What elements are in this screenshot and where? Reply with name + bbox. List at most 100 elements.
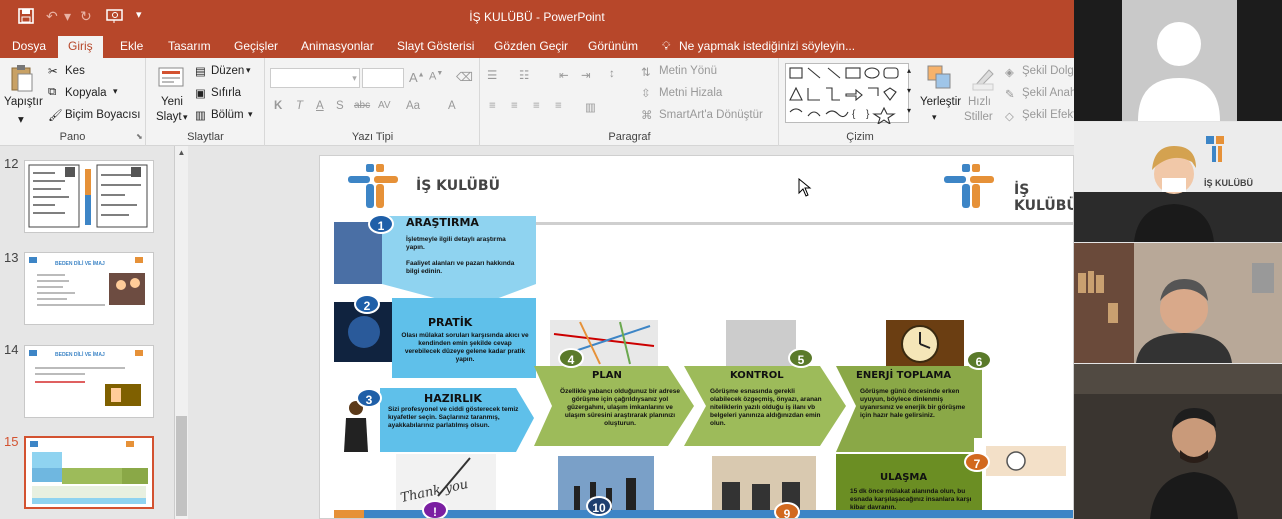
step-number-circle: 4: [558, 348, 584, 368]
arrange-button[interactable]: Yerleştir: [920, 96, 961, 108]
step-title: HAZIRLIK: [424, 392, 482, 405]
section-dropdown-icon[interactable]: ▾: [248, 109, 253, 120]
quick-styles-label-2[interactable]: Stiller: [964, 111, 993, 123]
numbering-icon[interactable]: ☷: [519, 68, 529, 82]
gallery-more-icon[interactable]: ▾: [907, 106, 911, 115]
arrange-icon[interactable]: [926, 64, 954, 92]
tab-gorunum[interactable]: Görünüm: [588, 39, 638, 53]
section-button[interactable]: Bölüm: [211, 109, 244, 121]
shape-effects-icon: ◇: [1005, 111, 1014, 123]
justify-icon[interactable]: ≡: [555, 100, 562, 112]
video-panel-2[interactable]: İŞ KULÜBÜ: [1074, 122, 1282, 242]
format-painter-button[interactable]: Biçim Boyacısı: [65, 109, 140, 121]
arrange-dropdown-icon[interactable]: ▾: [932, 112, 937, 123]
step-number-circle: 7: [964, 452, 990, 472]
group-label: Yazı Tipi: [351, 131, 394, 143]
align-center-icon[interactable]: ≡: [511, 100, 518, 112]
tab-gozden-gecir[interactable]: Gözden Geçir: [494, 39, 568, 53]
svg-text:}: }: [866, 109, 870, 120]
clear-format-icon[interactable]: ⌫: [456, 70, 473, 84]
thumbnail-number: 15: [4, 434, 19, 449]
step-title: ULAŞMA: [880, 472, 928, 483]
video-panel-4[interactable]: [1074, 364, 1282, 519]
step-body: Görüşme günü öncesinde erken uyuyun, böy…: [860, 388, 966, 419]
text-direction-button[interactable]: Metin Yönü: [659, 65, 717, 77]
new-slide-icon[interactable]: [157, 64, 185, 92]
video-panel-3[interactable]: [1074, 243, 1282, 363]
layout-icon: ▤: [195, 66, 206, 78]
slide-thumbnail-15[interactable]: [24, 436, 154, 509]
new-slide-label-1[interactable]: Yeni: [161, 96, 183, 108]
underline-button[interactable]: A: [316, 100, 324, 112]
smartart-button[interactable]: SmartArt'a Dönüştür: [659, 109, 763, 121]
slide-thumbnail-13[interactable]: BEDEN DİLİ VE İMAJ: [24, 252, 154, 325]
change-case-button[interactable]: Aa: [406, 100, 420, 112]
tab-gecisler[interactable]: Geçişler: [234, 39, 278, 53]
tab-slayt-gosterisi[interactable]: Slayt Gösterisi: [397, 39, 474, 53]
shapes-gallery[interactable]: {}: [785, 63, 909, 126]
new-slide-label-2[interactable]: Slayt: [156, 111, 182, 123]
paste-dropdown-icon: ▾: [18, 114, 24, 126]
shrink-font-icon[interactable]: A▼: [429, 70, 443, 83]
shadow-button[interactable]: S: [336, 100, 344, 112]
increase-indent-icon[interactable]: ⇥: [581, 68, 591, 82]
tab-giris[interactable]: Giriş: [58, 36, 103, 58]
smartart-icon: ⌘: [641, 110, 653, 122]
thumbnail-scrollbar[interactable]: ▲: [174, 146, 188, 519]
tab-animasyonlar[interactable]: Animasyonlar: [301, 39, 374, 53]
italic-button[interactable]: T: [296, 100, 303, 112]
tell-me-search[interactable]: Ne yapmak istediğinizi söyleyin...: [679, 39, 855, 53]
paste-icon[interactable]: [8, 64, 36, 92]
video-panel-1[interactable]: [1074, 0, 1282, 121]
scroll-up-icon[interactable]: ▲: [176, 148, 187, 158]
step-body: 15 dk önce mülakat alanında olun, bu esn…: [850, 488, 972, 511]
align-text-icon: ⇳: [641, 88, 651, 100]
bullets-icon[interactable]: ☰: [487, 68, 497, 82]
scrollbar-thumb[interactable]: [176, 416, 187, 516]
grow-font-icon[interactable]: A▲: [409, 70, 425, 85]
slide-thumbnail-12[interactable]: [24, 160, 154, 233]
group-label: Paragraf: [608, 131, 651, 143]
tab-ekle[interactable]: Ekle: [120, 39, 143, 53]
align-right-icon[interactable]: ≡: [533, 100, 540, 112]
tab-dosya[interactable]: Dosya: [12, 39, 46, 53]
layout-button[interactable]: Düzen: [211, 65, 244, 77]
columns-icon[interactable]: ▥: [585, 100, 596, 114]
font-name-dropdown-icon[interactable]: ▾: [349, 68, 360, 88]
quick-styles-icon[interactable]: [969, 64, 997, 92]
dialog-launcher-icon[interactable]: ⬊: [136, 132, 143, 141]
participant-caption: İŞ KULÜBÜ: [1204, 178, 1253, 188]
paste-button[interactable]: Yapıştır: [4, 96, 43, 108]
char-spacing-button[interactable]: AV: [378, 100, 391, 111]
step-number-circle: 10: [586, 496, 612, 516]
align-left-icon[interactable]: ≡: [489, 100, 496, 112]
quick-styles-label-1[interactable]: Hızlı: [968, 96, 991, 108]
gallery-down-icon[interactable]: ▾: [907, 86, 911, 95]
layout-dropdown-icon[interactable]: ▾: [246, 65, 251, 76]
new-slide-dropdown-icon[interactable]: ▾: [183, 112, 188, 123]
font-size-input[interactable]: [362, 68, 404, 88]
strikethrough-button[interactable]: abc: [354, 100, 370, 111]
cut-button[interactable]: Kes: [65, 65, 85, 77]
step-body: Sizi profesyonel ve ciddi gösterecek tem…: [388, 406, 519, 429]
font-color-button[interactable]: A: [448, 100, 456, 112]
gallery-up-icon[interactable]: ▴: [907, 66, 911, 75]
step-number-circle: 9: [774, 502, 800, 518]
copy-button[interactable]: Kopyala: [65, 87, 107, 99]
tab-tasarim[interactable]: Tasarım: [168, 39, 211, 53]
group-label: Pano: [59, 131, 86, 143]
step-body: İşletmeyle ilgili detaylı araştırma yapı…: [406, 236, 515, 275]
slide-thumbnail-14[interactable]: BEDEN DİLİ VE İMAJ: [24, 345, 154, 418]
svg-text:{: {: [852, 109, 856, 120]
line-spacing-icon[interactable]: ↕: [609, 68, 615, 80]
copy-dropdown-icon[interactable]: ▾: [113, 86, 118, 97]
align-text-button[interactable]: Metni Hizala: [659, 87, 722, 99]
bold-button[interactable]: K: [274, 100, 282, 112]
reset-button[interactable]: Sıfırla: [211, 87, 241, 99]
shape-outline-button[interactable]: Şekil Anah: [1022, 87, 1076, 99]
slide-canvas[interactable]: İŞ KULÜBÜ İŞ KULÜBÜ Thank you 1 2 3 4 5 …: [319, 155, 1074, 519]
shape-fill-button[interactable]: Şekil Dolgu: [1022, 65, 1080, 77]
decrease-indent-icon[interactable]: ⇤: [559, 68, 569, 82]
shape-effects-button[interactable]: Şekil Efekt: [1022, 109, 1076, 121]
font-name-input[interactable]: [270, 68, 360, 88]
